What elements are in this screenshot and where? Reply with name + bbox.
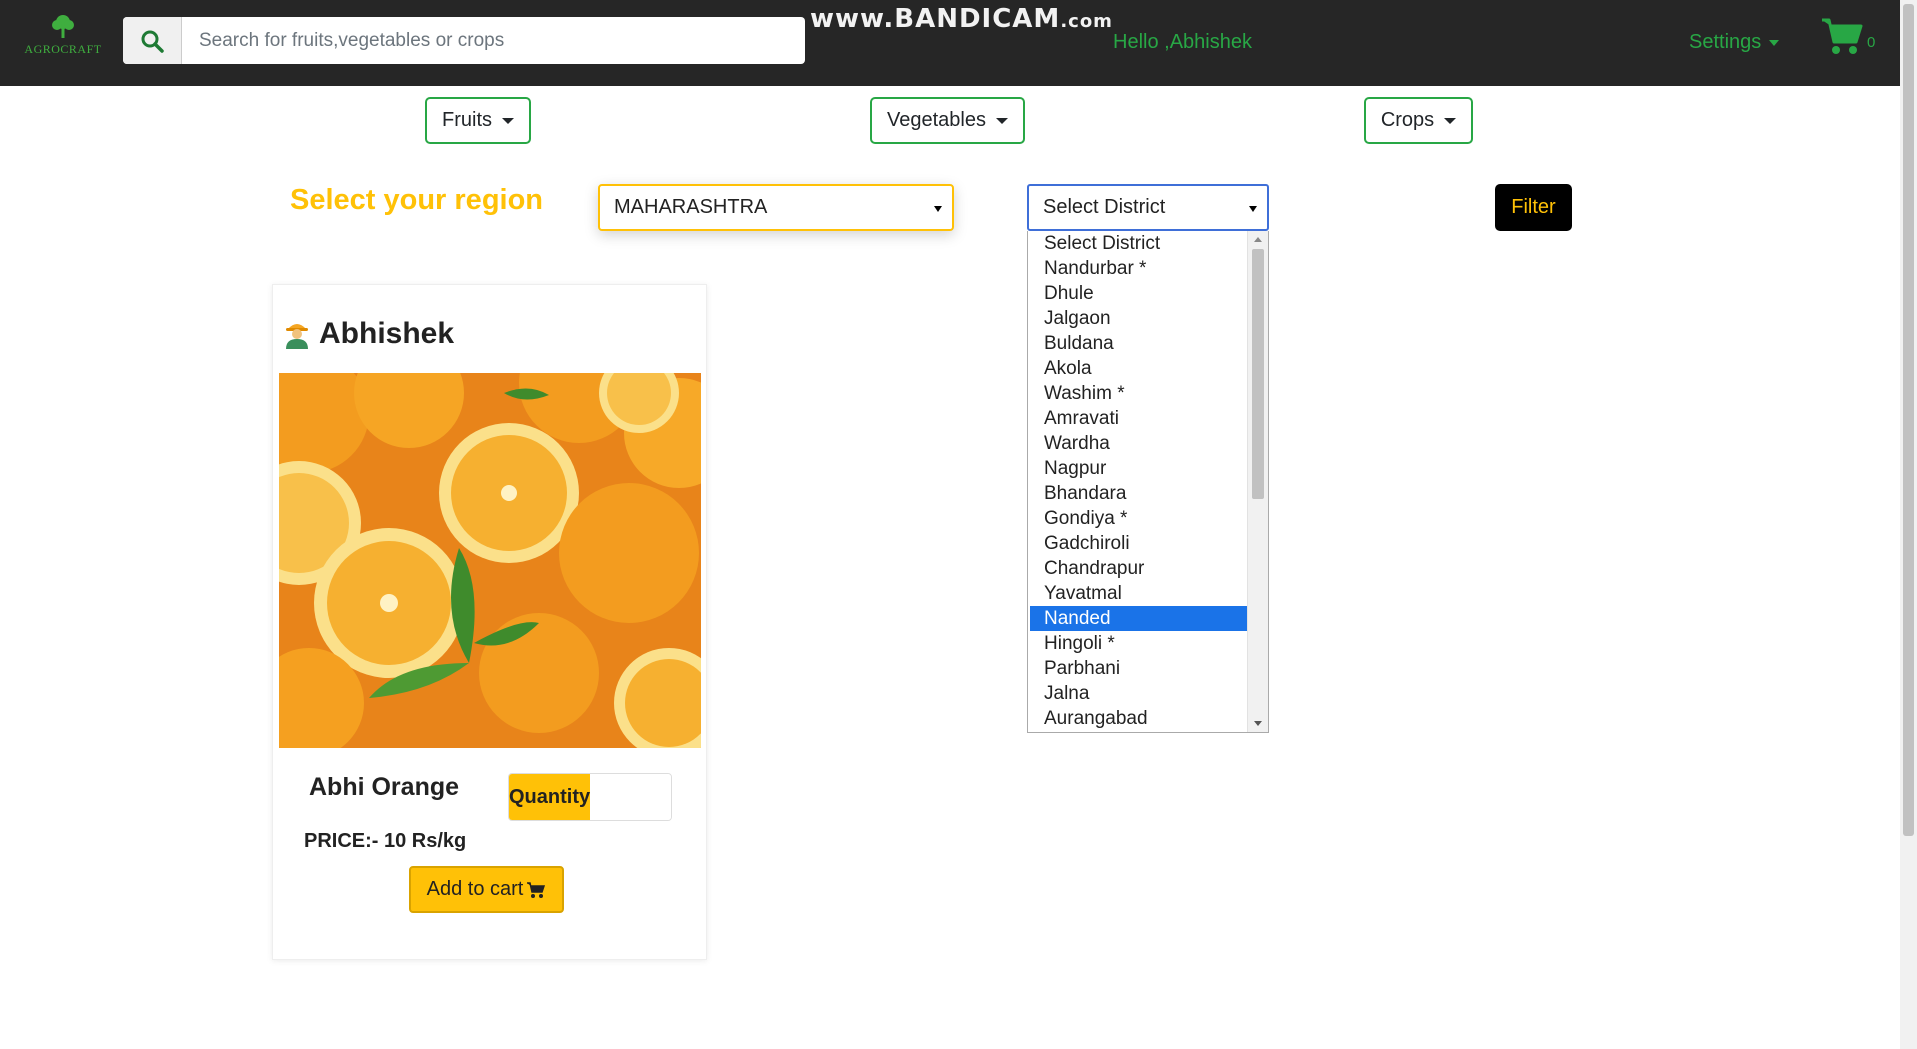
farmer-header: Abhishek (283, 317, 454, 351)
district-option[interactable]: Nandurbar * (1028, 256, 1246, 281)
district-option[interactable]: Hingoli * (1028, 631, 1246, 656)
settings-dropdown[interactable]: Settings (1689, 31, 1780, 54)
cart-button[interactable] (1820, 16, 1864, 61)
district-option[interactable]: Gondiya * (1028, 506, 1246, 531)
product-image (279, 373, 701, 748)
quantity-input[interactable] (590, 774, 671, 820)
product-card: Abhishek Abhi Orange Quantity PRICE:- 10… (272, 284, 707, 960)
farmer-icon (286, 324, 308, 349)
district-option[interactable]: Buldana (1028, 331, 1246, 356)
district-option[interactable]: Chandrapur (1028, 556, 1246, 581)
district-select[interactable]: Select District (1027, 184, 1269, 231)
quantity-field: Quantity (508, 773, 672, 821)
search-input[interactable] (183, 17, 793, 64)
state-select[interactable]: MAHARASHTRA (598, 184, 954, 231)
district-option[interactable]: Washim * (1028, 381, 1246, 406)
recorder-watermark: www.BANDICAM.com (810, 4, 1113, 34)
chevron-down-icon (995, 117, 1008, 124)
add-to-cart-label: Add to cart (426, 878, 524, 900)
crops-label: Crops (1380, 109, 1435, 131)
watermark-main: www.BANDICAM (810, 4, 1061, 34)
vegetables-dropdown[interactable]: Vegetables (870, 97, 1025, 144)
page-scrollbar[interactable] (1900, 0, 1917, 1049)
district-option[interactable]: Amravati (1028, 406, 1246, 431)
add-to-cart-button[interactable]: Add to cart (409, 866, 564, 913)
tree-icon (52, 15, 74, 38)
product-name: Abhi Orange (309, 773, 460, 801)
scroll-down-icon[interactable] (1254, 721, 1262, 726)
cart-count-badge: 0 (1867, 34, 1876, 51)
district-select-value: Select District (1043, 196, 1166, 218)
chevron-down-icon (502, 117, 514, 124)
scroll-up-icon[interactable] (1254, 237, 1262, 242)
scrollbar-thumb[interactable] (1252, 249, 1264, 499)
settings-label: Settings (1689, 31, 1762, 53)
search-icon (141, 30, 164, 53)
district-options-list[interactable]: Select District Nandurbar * Dhule Jalgaon Bu… (1027, 231, 1269, 733)
cart-icon (1822, 18, 1863, 54)
district-option[interactable]: Jalna (1028, 681, 1246, 706)
district-option[interactable]: Gadchiroli (1028, 531, 1246, 556)
district-option[interactable]: Dhule (1028, 281, 1246, 306)
fruits-dropdown[interactable]: Fruits (425, 97, 531, 144)
oranges-illustration (279, 373, 701, 748)
search-button[interactable] (123, 17, 182, 64)
crops-dropdown[interactable]: Crops (1364, 97, 1473, 144)
district-option[interactable]: Jalgaon (1028, 306, 1246, 331)
district-option[interactable]: Nanded (1030, 606, 1248, 631)
district-option[interactable]: Wardha (1028, 431, 1246, 456)
district-options: Select District Nandurbar * Dhule Jalgaon Bu… (1028, 231, 1268, 731)
district-option[interactable]: Nagpur (1028, 456, 1246, 481)
district-option[interactable]: Aurangabad (1028, 706, 1246, 731)
brand-name: AGROCRAFT (24, 42, 102, 56)
brand-logo[interactable]: AGROCRAFT (18, 14, 108, 66)
filter-button[interactable]: Filter (1495, 184, 1572, 231)
search-bar (123, 17, 805, 64)
district-option[interactable]: Akola (1028, 356, 1246, 381)
vegetables-label: Vegetables (887, 109, 986, 131)
select-arrow-icon (1249, 206, 1257, 212)
user-greeting: Hello ,Abhishek (1113, 31, 1252, 53)
watermark-suffix: .com (1060, 11, 1113, 32)
cart-icon (527, 881, 546, 898)
region-heading: Select your region (290, 184, 544, 216)
state-select-value: MAHARASHTRA (614, 196, 768, 218)
district-option[interactable]: Yavatmal (1028, 581, 1246, 606)
chevron-down-icon (1769, 39, 1780, 46)
chevron-down-icon (1444, 117, 1457, 124)
top-navbar: AGROCRAFT www.BANDICAM.com Hello ,Abhish… (0, 0, 1900, 86)
dropdown-scrollbar[interactable] (1247, 231, 1268, 732)
district-option[interactable]: Parbhani (1028, 656, 1246, 681)
select-arrow-icon (934, 206, 942, 212)
product-price: PRICE:- 10 Rs/kg (304, 830, 467, 852)
page-scrollbar-thumb[interactable] (1903, 4, 1914, 836)
district-option[interactable]: Bhandara (1028, 481, 1246, 506)
fruits-label: Fruits (442, 109, 492, 131)
district-option[interactable]: Select District (1028, 231, 1246, 256)
quantity-label: Quantity (509, 774, 591, 820)
farmer-name: Abhishek (319, 317, 455, 350)
